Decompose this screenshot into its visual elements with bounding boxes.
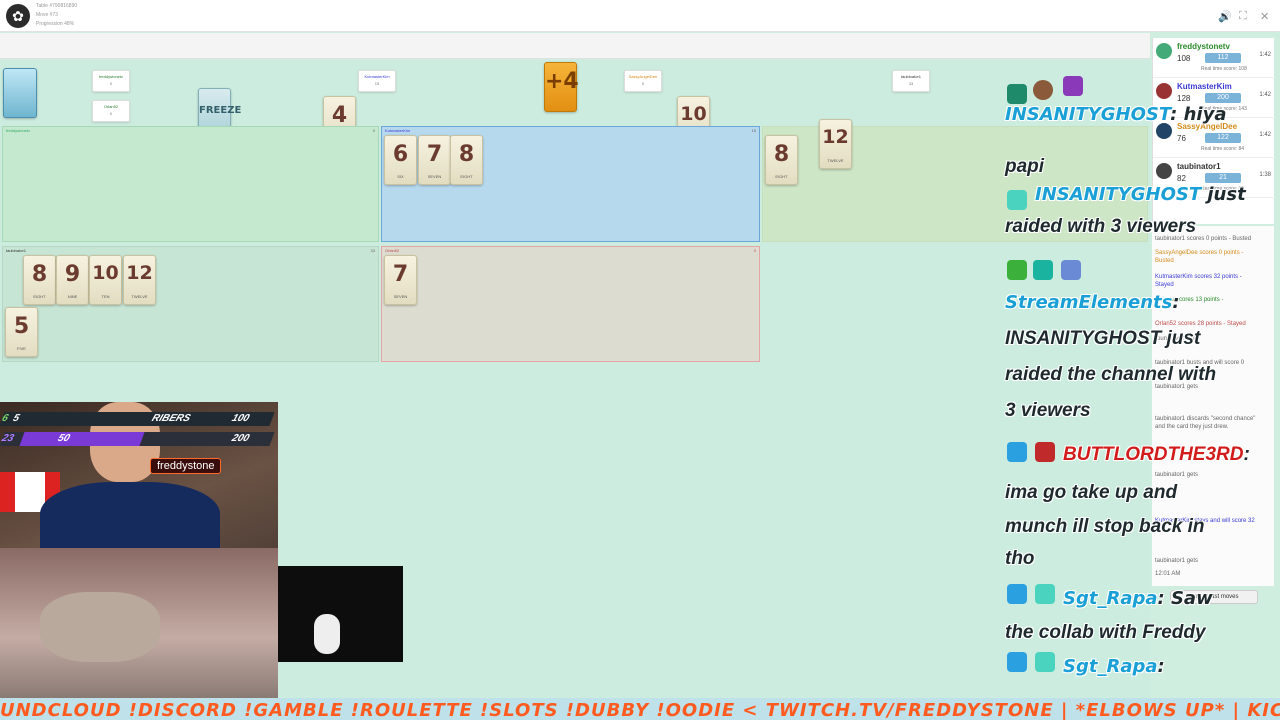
card-9[interactable]: 9 NINE [56,255,89,305]
player-tag: KutmasterKim 15 [358,70,396,92]
chat-line: the collab with Freddy [1005,622,1206,643]
player-tag: SassyAngelDee 0 [624,70,662,92]
site-logo-icon[interactable]: ✿ [6,4,30,28]
chat-line: raided the channel with [1005,364,1217,385]
twitch-badge-icon [1035,584,1055,604]
card-7[interactable]: 7 SEVEN [384,255,417,305]
chat-line: StreamElements: [1005,292,1180,313]
avatar [1156,43,1172,59]
progress-line: Progression 48% [36,21,75,27]
stream-chat-overlay: INSANITYGHOST: hiya papi INSANITYGHOST j… [995,62,1265,702]
card-6[interactable]: 6 SIX [384,135,417,185]
badge-icon [1035,442,1055,462]
mouse-icon [314,614,340,654]
player-tag: taubinator1 33 [892,70,930,92]
chat-line: INSANITYGHOST just [1035,184,1246,205]
close-icon[interactable]: ✕ [1260,10,1269,23]
player-zone: freddystonetv 0 [2,126,379,242]
table-line: Table #790816890 [36,3,78,9]
card-plus4[interactable]: +4 [544,62,579,112]
player-zone: Orlan52 0 7 SEVEN [381,246,760,362]
badge-icon [1007,442,1027,462]
dog [40,592,160,662]
chat-line: raided with 3 viewers [1005,216,1197,237]
card-12[interactable]: 12 TWELVE [123,255,156,305]
card-12[interactable]: 12 TWELVE [819,119,852,169]
chat-line: papi [1005,156,1045,177]
player-tag: Orlan52 0 [92,100,130,122]
card-8[interactable]: 8 EIGHT [765,135,798,185]
chat-line: Sgt_Rapa: [1063,656,1165,677]
player-avatar-card [3,68,37,118]
top-bar: ✿ Table #790816890 Move #73 Progression … [0,0,1280,32]
card-10[interactable]: 10TEN [89,255,122,305]
bits-bar: 23 50 200 [0,432,275,446]
chat-line: munch ill stop back in [1005,516,1205,537]
move-line: Move #73 [36,12,58,18]
player-zone: taubinator1 33 8 EIGHT 9 NINE 10 TEN 12 TWEL… [2,246,379,362]
twitch-badge-icon [1061,260,1081,280]
card-7[interactable]: 7 SEVEN [418,135,451,185]
game-info-strip [0,33,1150,59]
card-8[interactable]: 8 EIGHT [23,255,56,305]
webcam-feed: 6 5 RIBERS 100 23 50 200 freddystone [0,402,278,698]
command-ticker: UNDCLOUD !DISCORD !GAMBLE !ROULETTE !SLO… [0,698,1280,720]
sound-icon[interactable]: 🔊 [1218,10,1232,23]
chat-line: tho [1005,548,1035,569]
chat-line: BUTTLORDTHE3RD: [1063,444,1250,465]
sub-bar: 6 5 RIBERS 100 [0,412,275,426]
badge-icon [1007,584,1027,604]
twitch-badge-icon [1035,652,1055,672]
badge-icon [1033,80,1053,100]
chat-line: INSANITYGHOST just [1005,328,1201,349]
streamer-name-tag: freddystone [150,458,222,474]
player-tag: freddystonetv 0 [92,70,130,92]
badge-icon [1007,84,1027,104]
bot-badge-icon [1033,260,1053,280]
card-5[interactable]: 5 FIVE [5,307,38,357]
card-8[interactable]: 8 EIGHT [450,135,483,185]
chat-line: ima go take up and [1005,482,1178,503]
twitch-badge-icon [1063,76,1083,96]
chat-line: Sgt_Rapa: Saw [1063,588,1213,609]
mouse-cam [278,566,403,662]
chat-line: 3 viewers [1005,400,1091,421]
twitch-badge-icon [1007,190,1027,210]
badge-icon [1007,652,1027,672]
chat-line: INSANITYGHOST: hiya [1005,104,1227,125]
mod-badge-icon [1007,260,1027,280]
player-zone-active: KutmasterKim 15 6 SIX 7 SEVEN 8 EIGHT [381,126,760,242]
fullscreen-icon[interactable]: ⛶ [1239,10,1247,23]
